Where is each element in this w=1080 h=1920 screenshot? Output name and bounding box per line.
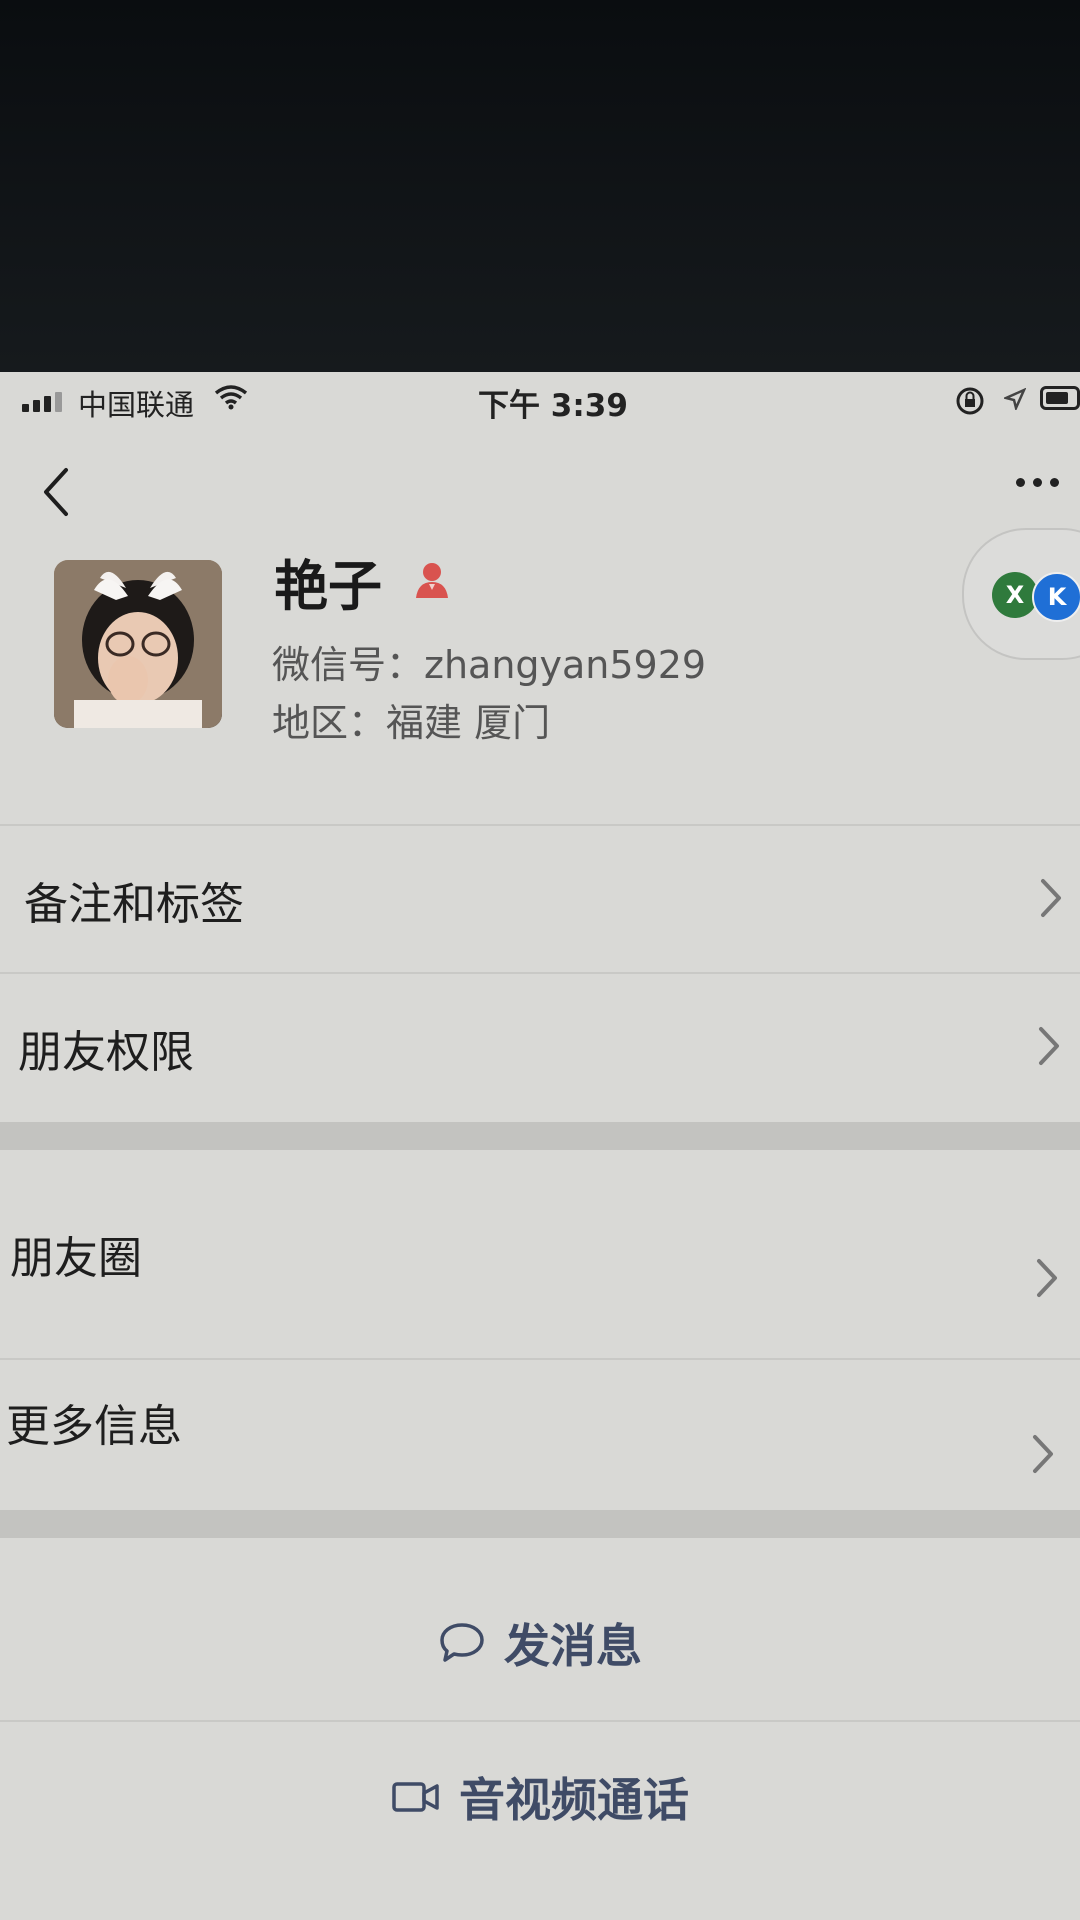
region: 地区：福建 厦门	[272, 701, 551, 745]
carrier-label: 中国联通	[78, 388, 195, 422]
moments-row[interactable]: 朋友圈	[0, 1180, 1080, 1320]
video-camera-icon	[392, 1782, 439, 1812]
mini-program-icon-k: K	[1032, 572, 1080, 622]
chevron-right-icon	[1033, 1435, 1053, 1473]
friend-permissions-label: 朋友权限	[18, 1027, 194, 1078]
status-time: 下午 3:39	[478, 388, 628, 424]
more-info-label: 更多信息	[6, 1401, 182, 1452]
section-separator	[0, 1122, 1080, 1150]
more-info-row[interactable]: 更多信息	[0, 1360, 1080, 1500]
mini-program-shortcut[interactable]: X K	[962, 528, 1080, 660]
location-icon	[1004, 388, 1026, 410]
remark-tags-label: 备注和标签	[24, 879, 244, 930]
send-message-button[interactable]: 发消息	[0, 1568, 1080, 1718]
av-call-button[interactable]: 音视频通话	[0, 1722, 1080, 1872]
chevron-right-icon	[1039, 1027, 1059, 1065]
remark-tags-row[interactable]: 备注和标签	[0, 826, 1080, 966]
more-button[interactable]	[1016, 478, 1059, 487]
battery-icon	[1040, 386, 1080, 410]
female-gender-icon	[416, 563, 448, 598]
av-call-label: 音视频通话	[459, 1773, 689, 1827]
section-separator	[0, 1510, 1080, 1538]
signal-icon	[22, 392, 62, 412]
chevron-right-icon	[1041, 879, 1061, 917]
send-message-label: 发消息	[504, 1619, 642, 1673]
back-button[interactable]	[36, 464, 76, 520]
moments-label: 朋友圈	[10, 1233, 142, 1284]
avatar[interactable]	[54, 560, 222, 728]
rotation-lock-icon	[956, 387, 984, 415]
photo-background-top	[0, 0, 1080, 372]
chat-bubble-icon	[440, 1623, 484, 1662]
wechat-id: 微信号：zhangyan5929	[272, 643, 707, 687]
phone-screen: 中国联通 下午 3:39 艳子 微信号：zhangyan5929 地区：福建 厦…	[0, 372, 1080, 1920]
contact-name: 艳子	[274, 555, 382, 618]
wifi-icon	[214, 385, 248, 410]
status-bar: 中国联通 下午 3:39	[0, 372, 1080, 428]
friend-permissions-row[interactable]: 朋友权限	[0, 974, 1080, 1114]
chevron-right-icon	[1037, 1259, 1057, 1297]
avatar-image	[54, 560, 222, 728]
